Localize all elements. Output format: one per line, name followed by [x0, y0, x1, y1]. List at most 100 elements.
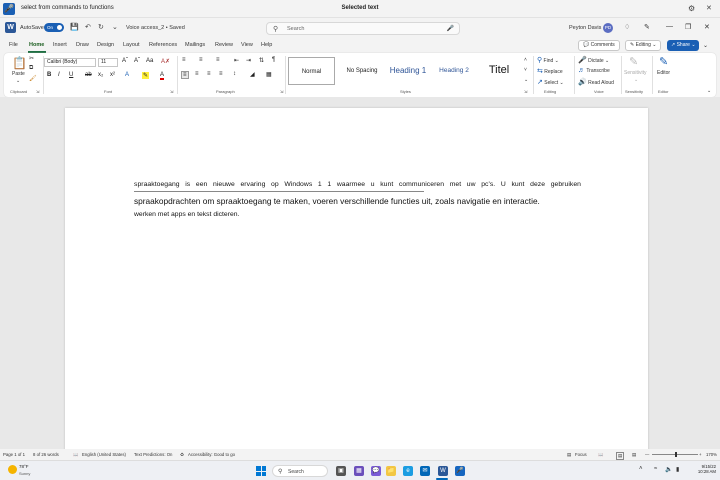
expand-icon[interactable]: ⇲ — [36, 89, 39, 94]
microphone-icon[interactable]: 🎤 — [447, 25, 454, 32]
zoom-level[interactable]: 170% — [706, 452, 717, 457]
document-line-1[interactable]: spraaktoegang is een nieuwe ervaring op … — [134, 181, 581, 188]
taskbar-search[interactable]: ⚲ Search — [272, 465, 328, 477]
style-heading-2[interactable]: Heading 2 — [432, 57, 476, 85]
battery-icon[interactable]: ▮ — [676, 466, 679, 473]
subscript-icon[interactable]: x₂ — [98, 72, 103, 78]
speaker-icon[interactable]: 🔈 — [665, 466, 672, 473]
save-icon[interactable]: 💾 — [70, 23, 79, 31]
page-count[interactable]: Page 1 of 1 — [3, 452, 25, 457]
ribbon-collapse-icon[interactable]: ⌄ — [703, 42, 708, 49]
proofing-icon[interactable]: 📖 — [73, 452, 78, 458]
zoom-slider-thumb[interactable] — [675, 452, 677, 457]
decrease-indent-icon[interactable]: ⇤ — [234, 57, 239, 64]
expand-icon[interactable]: ⇲ — [170, 89, 173, 94]
comments-button[interactable]: 💬 Comments — [578, 40, 620, 51]
sensitivity-dropdown-icon[interactable]: ⌄ — [634, 77, 638, 83]
minimize-icon[interactable]: — — [666, 23, 673, 30]
web-layout-icon[interactable]: ▤ — [632, 452, 636, 458]
paste-dropdown-icon[interactable]: ⌄ — [16, 78, 20, 84]
pen-icon[interactable]: ✎ — [644, 23, 650, 31]
borders-icon[interactable]: ▦ — [266, 71, 272, 78]
shading-icon[interactable]: ◢ — [250, 71, 255, 78]
bullets-icon[interactable]: ≡ — [182, 57, 186, 63]
search-box[interactable]: ⚲ Search 🎤 — [266, 22, 460, 35]
accessibility-status[interactable]: Accessibility: Good to go — [188, 452, 235, 457]
bold-icon[interactable]: B — [47, 72, 51, 78]
language-status[interactable]: English (United States) — [82, 452, 126, 457]
task-view-icon[interactable]: ▣ — [336, 466, 346, 476]
close-icon[interactable]: ✕ — [704, 23, 710, 31]
font-size-select[interactable]: 11 — [98, 58, 118, 67]
tab-design[interactable]: Design — [97, 42, 114, 48]
grow-font-icon[interactable]: Aˆ — [122, 58, 128, 64]
styles-more-icon[interactable]: ⌄ — [524, 77, 528, 83]
restore-icon[interactable]: ❐ — [685, 23, 691, 31]
font-name-select[interactable]: Calibri (Body) — [44, 58, 96, 67]
avatar[interactable]: PD — [603, 23, 613, 33]
show-formatting-icon[interactable]: ¶ — [272, 57, 275, 63]
expand-icon[interactable]: ⇲ — [524, 89, 527, 94]
find-button[interactable]: ⚲ Find ⌄ — [537, 56, 559, 64]
editing-mode-button[interactable]: ✎ Editing ⌄ — [625, 40, 662, 51]
tab-layout[interactable]: Layout — [123, 42, 140, 48]
read-mode-icon[interactable]: 📖 — [598, 452, 603, 458]
undo-icon[interactable]: ↶ — [85, 23, 91, 31]
user-name[interactable]: Peyton Davis — [569, 25, 601, 31]
tab-references[interactable]: References — [149, 42, 177, 48]
sun-icon[interactable] — [8, 465, 17, 474]
weather-desc[interactable]: Sunny — [19, 471, 30, 476]
edge-icon[interactable]: e — [403, 466, 413, 476]
justify-icon[interactable]: ≡ — [219, 71, 223, 77]
file-explorer-icon[interactable]: 📁 — [386, 466, 396, 476]
tab-view[interactable]: View — [241, 42, 253, 48]
ribbon-options-icon[interactable]: ⌄ — [707, 88, 711, 94]
cut-icon[interactable]: ✂ — [29, 55, 34, 62]
format-painter-icon[interactable]: 🖌 — [29, 75, 37, 82]
align-right-icon[interactable]: ≡ — [207, 71, 211, 77]
document-title[interactable]: Voice access_2 • Saved — [126, 25, 185, 31]
customize-qat-icon[interactable]: ⌄ — [112, 23, 118, 31]
increase-indent-icon[interactable]: ⇥ — [246, 57, 251, 64]
focus-button[interactable]: Focus — [575, 452, 587, 457]
style-no-spacing[interactable]: No Spacing — [338, 57, 386, 85]
chevron-up-icon[interactable]: ˄ — [639, 466, 643, 472]
paste-label[interactable]: Paste — [12, 71, 25, 77]
strikethrough-icon[interactable]: ab — [85, 72, 92, 78]
align-center-icon[interactable]: ≡ — [195, 71, 199, 77]
text-effects-icon[interactable]: A — [125, 72, 129, 78]
weather-temp[interactable]: 78°F — [19, 464, 29, 469]
clear-formatting-icon[interactable]: A✗ — [161, 58, 170, 65]
text-predictions-status[interactable]: Text Predictions: On — [134, 452, 172, 457]
transcribe-button[interactable]: ♬ Transcribe — [578, 67, 610, 74]
autosave-toggle[interactable]: On — [44, 23, 64, 32]
diamond-icon[interactable]: ♢ — [624, 23, 630, 31]
styles-scroll-up-icon[interactable]: ˄ — [524, 57, 527, 63]
style-normal[interactable]: Normal — [288, 57, 335, 85]
style-heading-1[interactable]: Heading 1 — [384, 57, 432, 85]
teams-chat-icon[interactable]: 💬 — [371, 466, 381, 476]
tab-home[interactable]: Home — [29, 42, 44, 48]
multilevel-list-icon[interactable]: ≡ — [216, 57, 220, 63]
editor-icon[interactable]: ✎ — [659, 55, 668, 68]
print-layout-icon[interactable]: ▤ — [616, 452, 625, 460]
expand-icon[interactable]: ⇲ — [280, 89, 283, 94]
numbering-icon[interactable]: ≡ — [199, 57, 203, 63]
italic-icon[interactable]: I — [58, 72, 60, 78]
word-taskbar-icon[interactable]: W — [438, 466, 448, 476]
select-button[interactable]: ↗ Select ⌄ — [537, 78, 564, 86]
copy-icon[interactable]: ⧉ — [29, 65, 33, 72]
tab-insert[interactable]: Insert — [53, 42, 67, 48]
microphone-icon[interactable]: 🎤 — [455, 466, 465, 476]
sort-icon[interactable]: ⇅ — [259, 57, 264, 64]
windows-start-icon[interactable] — [256, 466, 266, 476]
styles-scroll-down-icon[interactable]: ˅ — [524, 67, 527, 73]
style-title[interactable]: Titel — [478, 57, 520, 85]
zoom-out-icon[interactable]: — — [645, 452, 649, 457]
paste-icon[interactable]: 📋 — [12, 56, 27, 70]
line-spacing-icon[interactable]: ↕ — [233, 71, 236, 77]
focus-icon[interactable]: ▤ — [567, 452, 571, 458]
font-color-icon[interactable]: A — [160, 72, 165, 80]
tab-mailings[interactable]: Mailings — [185, 42, 205, 48]
share-button[interactable]: ↗ Share ⌄ — [667, 40, 699, 51]
